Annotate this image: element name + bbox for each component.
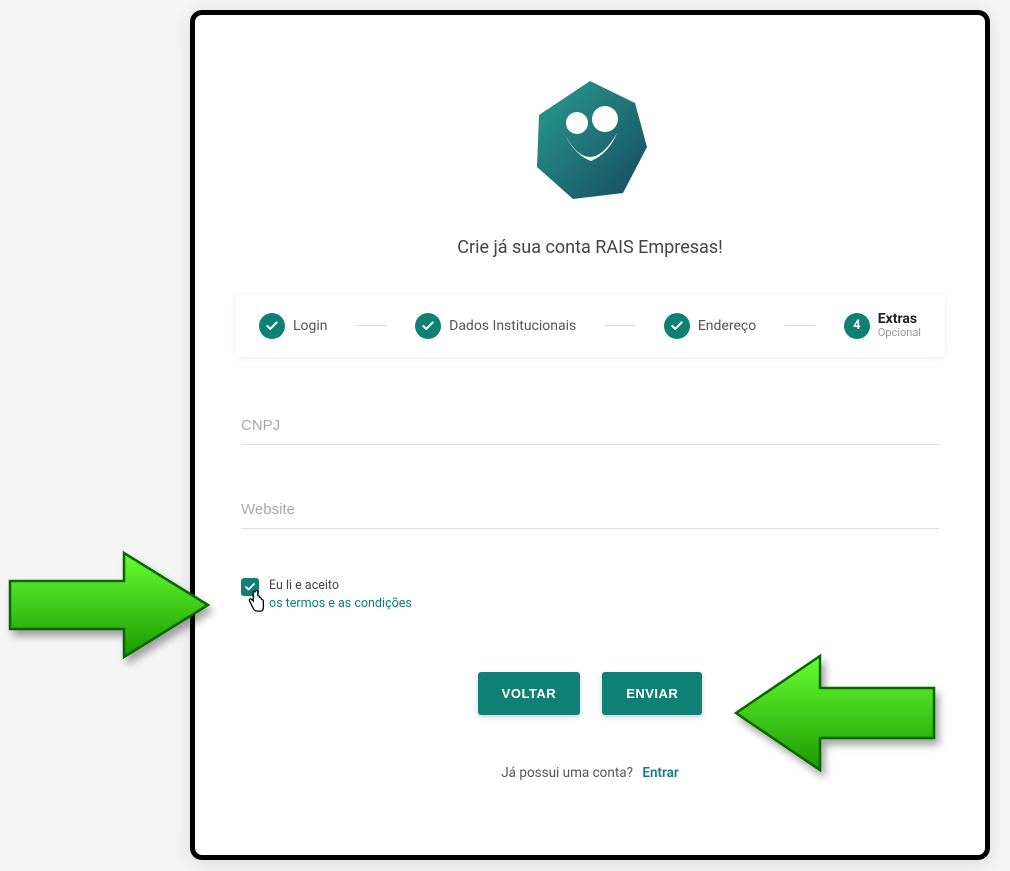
step-extras: 4 Extras Opcional — [844, 312, 921, 339]
check-icon — [415, 313, 441, 339]
step-label: Extras — [878, 312, 921, 327]
step-dados-institucionais: Dados Institucionais — [415, 313, 576, 339]
step-login: Login — [259, 313, 328, 339]
progress-stepper: Login Dados Institucionais Endereço 4 — [235, 294, 945, 357]
check-icon — [259, 313, 285, 339]
step-connector — [785, 325, 815, 326]
terms-checkbox[interactable] — [241, 578, 259, 596]
step-label: Dados Institucionais — [449, 318, 576, 334]
step-connector — [605, 325, 635, 326]
back-button[interactable]: VOLTAR — [478, 672, 581, 715]
step-label: Endereço — [698, 318, 756, 334]
footer-question: Já possui uma conta? — [501, 765, 633, 781]
annotation-arrow-left-icon — [4, 545, 214, 669]
step-connector — [356, 325, 386, 326]
website-input[interactable] — [241, 493, 939, 529]
terms-text-prefix: Eu li e aceito — [269, 578, 339, 593]
step-endereco: Endereço — [664, 313, 756, 339]
terms-row: Eu li e aceito os termos e as condições — [241, 577, 939, 612]
cnpj-input[interactable] — [241, 409, 939, 445]
step-sublabel: Opcional — [878, 327, 921, 339]
login-link[interactable]: Entrar — [642, 765, 678, 781]
annotation-arrow-right-icon — [730, 648, 940, 782]
terms-link[interactable]: os termos e as condições — [269, 596, 412, 611]
page-heading: Crie já sua conta RAIS Empresas! — [457, 237, 723, 258]
step-label: Login — [293, 318, 328, 334]
step-number-badge: 4 — [844, 313, 870, 339]
brand-logo — [525, 75, 655, 209]
check-icon — [664, 313, 690, 339]
submit-button[interactable]: ENVIAR — [602, 672, 702, 715]
